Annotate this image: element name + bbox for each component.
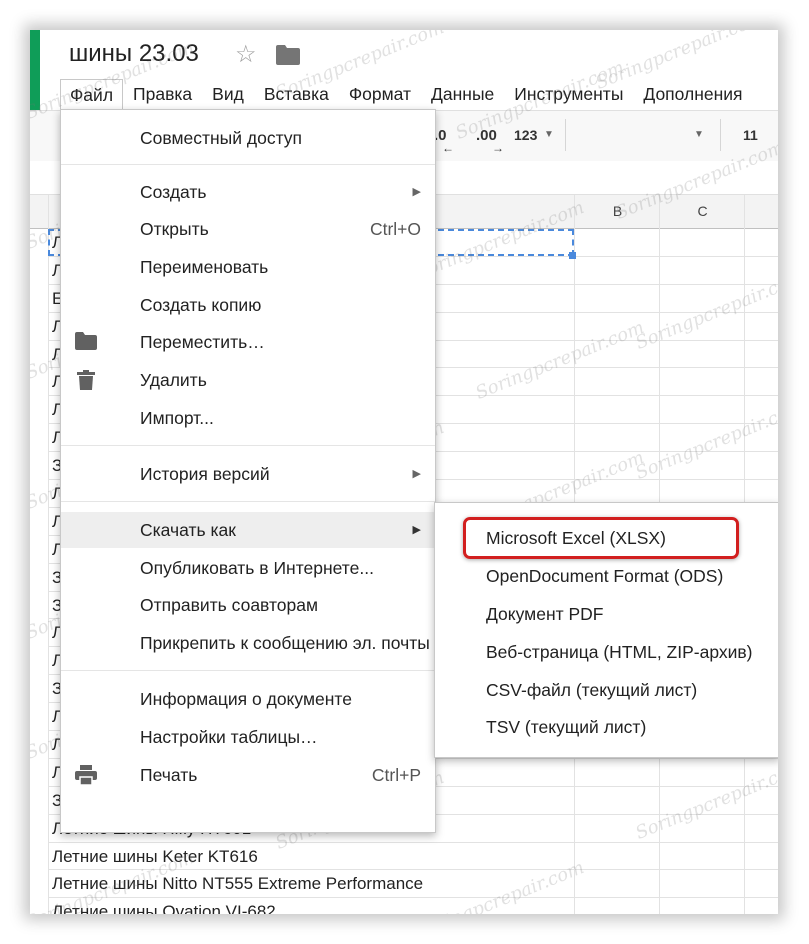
menu-item-label: Импорт... (140, 408, 214, 428)
menu-item-new[interactable]: Создать ▶ (61, 174, 435, 210)
menu-tools[interactable]: Инструменты (504, 79, 633, 109)
menu-format[interactable]: Формат (339, 79, 421, 109)
menu-item-label: Отправить соавторам (140, 595, 319, 615)
menu-item-label: Прикрепить к сообщению эл. почты (140, 633, 430, 653)
folder-icon (75, 332, 97, 355)
xlsx-highlight-annotation (463, 517, 739, 559)
menu-item-label: Создать копию (140, 295, 262, 315)
menu-item-label: Информация о документе (140, 689, 352, 709)
toolbar-divider (720, 119, 721, 151)
menu-item-download-as[interactable]: Скачать как ▶ (61, 512, 435, 548)
menu-item-label: Опубликовать в Интернете... (140, 558, 374, 578)
menu-item-move[interactable]: Переместить… (61, 324, 435, 360)
menu-item-print[interactable]: Печать Ctrl+P (61, 757, 435, 793)
menu-divider (61, 501, 435, 502)
submenu-item-csv[interactable]: CSV-файл (текущий лист) (435, 672, 778, 708)
table-row[interactable]: Летние шины Ovation VI-682 (48, 898, 778, 914)
submenu-item-ods[interactable]: OpenDocument Format (ODS) (435, 558, 778, 594)
column-header-c[interactable]: C (659, 195, 745, 228)
menu-item-share[interactable]: Совместный доступ (61, 120, 435, 156)
menu-view[interactable]: Вид (202, 79, 254, 109)
submenu-item-pdf[interactable]: Документ PDF (435, 596, 778, 632)
sheets-accent-bar (30, 30, 40, 110)
menu-divider (61, 670, 435, 671)
submenu-arrow-icon: ▶ (412, 524, 421, 536)
submenu-item-tsv[interactable]: TSV (текущий лист) (435, 709, 778, 745)
submenu-arrow-icon: ▶ (412, 468, 421, 480)
table-row[interactable]: Летние шины Keter KT616 (48, 843, 778, 871)
printer-icon (75, 765, 97, 790)
menu-data[interactable]: Данные (421, 79, 504, 109)
menu-addons[interactable]: Дополнения (633, 79, 752, 109)
column-header-b[interactable]: B (574, 195, 660, 228)
submenu-item-label: Веб-страница (HTML, ZIP-архив) (486, 642, 753, 662)
menu-item-label: Совместный доступ (140, 128, 303, 148)
column-header-d[interactable] (744, 195, 778, 228)
submenu-item-label: CSV-файл (текущий лист) (486, 680, 698, 700)
download-as-submenu: Microsoft Excel (XLSX) OpenDocument Form… (434, 502, 778, 758)
submenu-item-label: Документ PDF (486, 604, 604, 624)
menu-item-label: Скачать как (140, 520, 236, 540)
menu-item-import[interactable]: Импорт... (61, 400, 435, 436)
menu-insert[interactable]: Вставка (254, 79, 339, 109)
arrow-left-icon: ← (442, 141, 454, 155)
menu-item-spreadsheet-settings[interactable]: Настройки таблицы… (61, 719, 435, 755)
menu-item-email-collaborators[interactable]: Отправить соавторам (61, 587, 435, 623)
menu-item-rename[interactable]: Переименовать (61, 249, 435, 285)
star-icon[interactable]: ☆ (235, 40, 257, 69)
menu-item-make-copy[interactable]: Создать копию (61, 287, 435, 323)
shortcut-label: Ctrl+P (371, 765, 421, 785)
menu-item-open[interactable]: Открыть Ctrl+O (61, 211, 435, 247)
trash-icon (77, 370, 95, 395)
submenu-item-html[interactable]: Веб-страница (HTML, ZIP-архив) (435, 634, 778, 670)
menu-divider (61, 164, 435, 165)
menu-item-label: Переименовать (140, 257, 269, 277)
font-size-selector[interactable]: 11 (743, 127, 758, 143)
toolbar-divider (565, 119, 566, 151)
dropdown-arrow-icon: ▼ (544, 129, 554, 140)
menu-item-label: Печать (140, 765, 198, 785)
submenu-item-label: TSV (текущий лист) (486, 717, 647, 737)
menu-item-label: Переместить… (140, 332, 265, 352)
menu-item-version-history[interactable]: История версий ▶ (61, 456, 435, 492)
menu-item-label: Открыть (140, 219, 209, 239)
menu-divider (61, 445, 435, 446)
menu-bar: Файл Правка Вид Вставка Формат Данные Ин… (60, 79, 753, 110)
font-dropdown-arrow-icon[interactable]: ▼ (694, 129, 704, 140)
document-title[interactable]: шины 23.03 (69, 40, 199, 68)
shortcut-label: Ctrl+O (369, 219, 421, 239)
menu-item-email-attachment[interactable]: Прикрепить к сообщению эл. почты (61, 625, 435, 661)
menu-item-publish[interactable]: Опубликовать в Интернете... (61, 550, 435, 586)
more-formats-button[interactable]: 123 (514, 127, 537, 143)
menu-edit[interactable]: Правка (123, 79, 202, 109)
menu-item-label: Создать (140, 182, 207, 202)
menu-item-delete[interactable]: Удалить (61, 362, 435, 398)
menu-item-label: Удалить (140, 370, 207, 390)
folder-icon[interactable] (276, 45, 300, 70)
submenu-item-label: OpenDocument Format (ODS) (486, 566, 724, 586)
file-menu: Совместный доступ Создать ▶ Открыть Ctrl… (60, 109, 436, 833)
menu-file[interactable]: Файл (60, 79, 124, 110)
spreadsheet-window: шины 23.03 ☆ Файл Правка Вид Вставка Фор… (30, 30, 778, 914)
table-row[interactable]: Летние шины Nitto NT555 Extreme Performa… (48, 870, 778, 899)
menu-item-label: История версий (140, 464, 270, 484)
menu-item-document-details[interactable]: Информация о документе (61, 681, 435, 717)
menu-item-label: Настройки таблицы… (140, 727, 318, 747)
submenu-arrow-icon: ▶ (412, 186, 421, 198)
fill-handle[interactable] (569, 252, 576, 259)
arrow-right-icon: → (492, 141, 504, 155)
